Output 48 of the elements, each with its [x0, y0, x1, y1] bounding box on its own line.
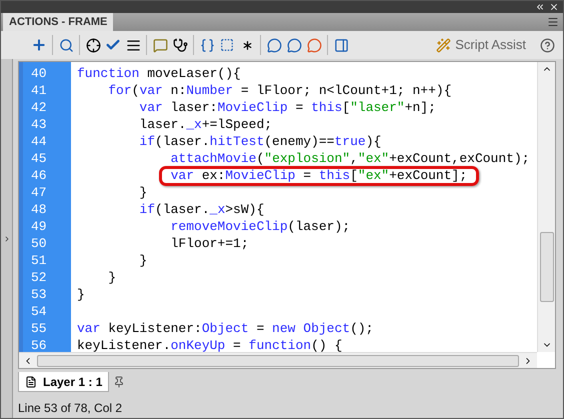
- line-number: 42: [31, 100, 47, 115]
- code-line: for(var n:Number = lFloor; n<lCount+1; n++){: [108, 83, 452, 98]
- line-number: 51: [31, 253, 47, 268]
- menu-icon[interactable]: [547, 16, 559, 28]
- code-line: laser._x+=lSpeed;: [139, 117, 272, 132]
- document-icon: [25, 376, 37, 388]
- code-line: var ex:MovieClip = this["ex"+exCount];: [158, 166, 480, 186]
- code-line: keyListener.onKeyUp = function() {: [77, 338, 342, 352]
- vertical-scrollbar[interactable]: [537, 62, 555, 352]
- code-line: var keyListener:Object = new Object();: [77, 321, 374, 336]
- status-text: Line 53 of 78, Col 2: [18, 401, 122, 415]
- pin-icon[interactable]: [113, 376, 126, 388]
- close-icon[interactable]: [549, 2, 559, 12]
- scroll-thumb[interactable]: [540, 232, 554, 302]
- line-number: 41: [31, 83, 47, 98]
- line-number: 45: [31, 151, 47, 166]
- line-number: 54: [31, 304, 47, 319]
- wand-icon: [436, 38, 452, 52]
- scroll-thumb[interactable]: [37, 354, 519, 366]
- line-number: 47: [31, 185, 47, 200]
- line-number: 50: [31, 236, 47, 251]
- help-icon[interactable]: [540, 38, 555, 52]
- code-line: }: [139, 185, 148, 200]
- code-line: }: [77, 287, 85, 302]
- line-number: 55: [31, 321, 47, 336]
- line-number: 46: [31, 168, 47, 183]
- line-number: 44: [31, 134, 47, 149]
- line-number: 53: [31, 287, 47, 302]
- line-number: 56: [31, 338, 47, 352]
- line-number: 52: [31, 270, 47, 285]
- line-number: 40: [31, 66, 47, 81]
- code-line: removeMovieClip(laser);: [170, 219, 350, 234]
- code-line: }: [139, 253, 148, 268]
- layer-tab[interactable]: Layer 1 : 1: [18, 372, 110, 392]
- code-line: }: [108, 270, 116, 285]
- code-line: if(laser._x>sW){: [139, 202, 264, 217]
- line-number: 49: [31, 219, 47, 234]
- code-line: lFloor+=1;: [170, 236, 249, 251]
- line-number: 48: [31, 202, 47, 217]
- code-line: function moveLaser(){: [77, 66, 241, 81]
- code-line: var laser:MovieClip = this["laser"+n];: [139, 100, 436, 115]
- script-assist-button[interactable]: Script Assist: [436, 35, 526, 55]
- code-line: if(laser.hitTest(enemy)==true){: [139, 134, 382, 149]
- line-number: 43: [31, 117, 47, 132]
- panel-tab[interactable]: ACTIONS - FRAME: [3, 13, 114, 31]
- code-line: attachMovie("explosion","ex"+exCount,exCount);: [170, 151, 530, 166]
- horizontal-scrollbar[interactable]: [19, 352, 537, 368]
- collapse-icon[interactable]: [535, 2, 545, 12]
